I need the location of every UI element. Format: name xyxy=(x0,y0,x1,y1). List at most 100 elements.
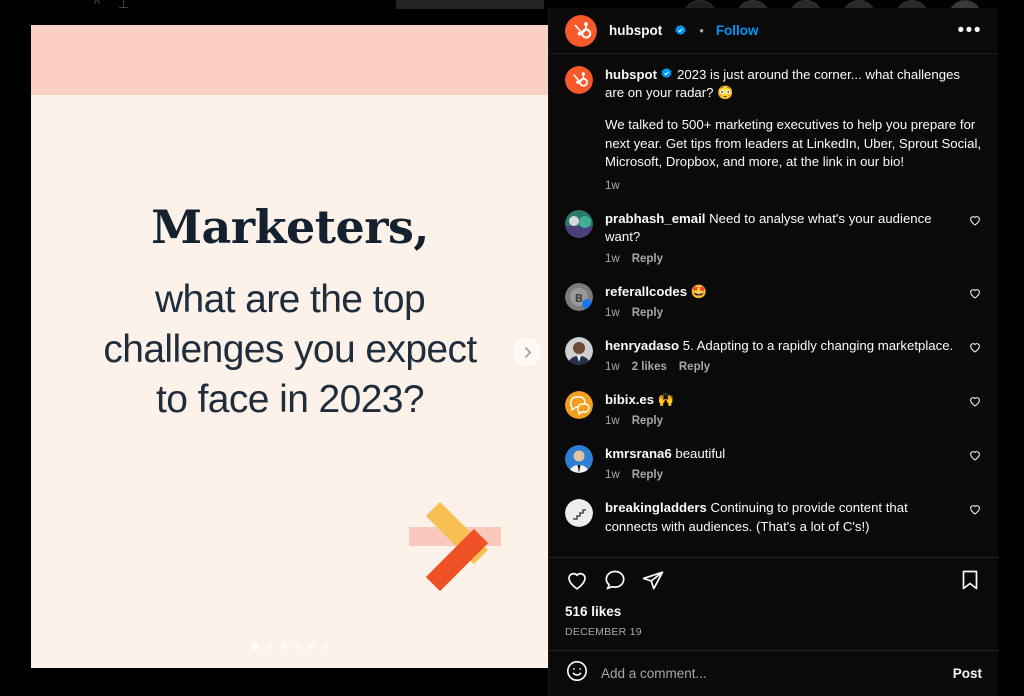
post-date: DECEMBER 19 xyxy=(565,626,642,638)
scroll-fade xyxy=(549,541,998,557)
like-button[interactable] xyxy=(565,568,589,592)
avatar[interactable]: B xyxy=(565,282,593,311)
action-row xyxy=(565,568,982,592)
comment-username[interactable]: kmrsrana6 xyxy=(605,446,672,461)
share-paperplane-icon xyxy=(642,571,664,590)
comment-text: henryadaso 5. Adapting to a rapidly chan… xyxy=(605,337,956,355)
header-username[interactable]: hubspot xyxy=(609,23,662,38)
comment-text: bibix.es 🙌 xyxy=(605,391,956,409)
post-caption: hubspot 2023 is just around the corner...… xyxy=(565,66,982,192)
carousel-dot[interactable] xyxy=(307,643,315,650)
comment-message: 🤩 xyxy=(687,283,708,299)
comment-meta: 1w Reply xyxy=(605,307,956,319)
save-button[interactable] xyxy=(958,568,982,592)
comment-like-button[interactable] xyxy=(968,445,982,481)
avatar[interactable] xyxy=(565,336,593,365)
toolbar-glyph: ^ xyxy=(94,0,101,11)
comment-message: beautiful xyxy=(671,446,726,462)
comment-message: 5. Adapting to a rapidly changing market… xyxy=(679,337,954,353)
user-avatar-icon xyxy=(565,445,593,474)
comment-message: 🙌 xyxy=(654,391,675,407)
comment-reply-button[interactable]: Reply xyxy=(632,253,663,265)
comment-timestamp: 1w xyxy=(605,415,620,428)
comment-meta: 1w 2 likes Reply xyxy=(605,361,956,373)
comment-like-button[interactable] xyxy=(968,391,982,427)
comment-reply-button[interactable]: Reply xyxy=(632,415,663,427)
comment-body: breakingladders Continuing to provide co… xyxy=(605,499,956,535)
heart-outline-icon xyxy=(970,288,980,299)
comment-like-button[interactable] xyxy=(968,283,982,319)
verified-badge-icon xyxy=(675,24,686,36)
comment-reply-button[interactable]: Reply xyxy=(679,361,710,373)
media-top-band xyxy=(31,25,549,95)
comment-username[interactable]: referallcodes xyxy=(605,284,687,299)
post-actions: 516 likes DECEMBER 19 xyxy=(549,557,998,650)
comment-meta: 1w Reply xyxy=(605,469,956,481)
comment-likes-count[interactable]: 2 likes xyxy=(632,361,667,373)
comment-button[interactable] xyxy=(603,568,627,592)
user-avatar-icon xyxy=(565,210,593,239)
share-button[interactable] xyxy=(641,568,665,592)
comment-input[interactable] xyxy=(601,666,941,681)
avatar[interactable] xyxy=(565,390,593,419)
carousel-dot[interactable] xyxy=(265,643,273,650)
caption-timestamp: 1w xyxy=(605,180,620,193)
comment-reply-button[interactable]: Reply xyxy=(632,469,663,481)
comment-item: B referallcodes 🤩 1w Reply xyxy=(565,282,982,319)
comments-scroll-area[interactable]: hubspot 2023 is just around the corner...… xyxy=(549,54,998,557)
likes-count[interactable]: 516 likes xyxy=(565,604,982,619)
comment-item: henryadaso 5. Adapting to a rapidly chan… xyxy=(565,336,982,373)
carousel-dot[interactable] xyxy=(293,643,301,650)
comment-meta: 1w Reply xyxy=(605,415,956,427)
heart-outline-icon xyxy=(970,397,980,407)
emoji-smiley-icon xyxy=(567,661,587,681)
comment-like-button[interactable] xyxy=(968,337,982,373)
comment-body: kmrsrana6 beautiful 1w Reply xyxy=(605,445,956,481)
caption-username[interactable]: hubspot xyxy=(605,67,657,82)
media-line-1: what are the top xyxy=(154,278,426,322)
comment-username[interactable]: henryadaso xyxy=(605,338,679,353)
bookmark-outline-icon xyxy=(962,570,978,590)
chevron-right-icon xyxy=(524,346,531,358)
avatar[interactable] xyxy=(565,445,593,474)
comment-body: bibix.es 🙌 1w Reply xyxy=(605,391,956,427)
caption-text-1: 2023 is just around the corner... what c… xyxy=(605,67,960,101)
comment-body: henryadaso 5. Adapting to a rapidly chan… xyxy=(605,337,956,373)
hubspot-logo-icon xyxy=(565,14,597,47)
avatar[interactable] xyxy=(565,14,597,47)
avatar[interactable] xyxy=(565,499,593,528)
hubspot-logo-icon xyxy=(565,66,593,94)
comment-like-button[interactable] xyxy=(968,210,982,264)
comment-text: kmrsrana6 beautiful xyxy=(605,445,956,463)
add-comment-bar: Post xyxy=(549,650,998,696)
post-comment-button[interactable]: Post xyxy=(953,666,982,681)
avatar[interactable] xyxy=(565,210,593,239)
comment-like-button[interactable] xyxy=(968,499,982,535)
comment-username[interactable]: prabhash_email xyxy=(605,211,705,226)
media-headline: Marketers, xyxy=(151,200,429,254)
comment-reply-button[interactable]: Reply xyxy=(632,307,663,319)
post-media-carousel[interactable]: Marketers, what are the top challenges y… xyxy=(31,25,549,668)
user-avatar-icon xyxy=(565,336,593,365)
user-avatar-icon xyxy=(565,499,593,528)
comment-item: bibix.es 🙌 1w Reply xyxy=(565,390,982,427)
carousel-dot[interactable] xyxy=(279,643,287,650)
carousel-dot[interactable] xyxy=(321,643,329,650)
comment-username[interactable]: bibix.es xyxy=(605,392,654,407)
svg-text:B: B xyxy=(575,292,583,305)
more-options-icon[interactable]: ••• xyxy=(958,21,982,40)
user-avatar-icon: B xyxy=(565,282,593,311)
comment-username[interactable]: breakingladders xyxy=(605,500,707,515)
avatar[interactable] xyxy=(565,66,593,94)
carousel-next-button[interactable] xyxy=(512,337,542,367)
header-separator: • xyxy=(699,23,704,38)
follow-button[interactable]: Follow xyxy=(716,23,759,38)
media-line-3: to face in 2023? xyxy=(156,378,425,422)
carousel-dot-active[interactable] xyxy=(251,643,259,650)
heart-outline-icon xyxy=(970,216,980,226)
comment-item: kmrsrana6 beautiful 1w Reply xyxy=(565,445,982,481)
comment-meta: 1w Reply xyxy=(605,253,956,265)
heart-outline-icon xyxy=(970,342,980,353)
comment-item: prabhash_email Need to analyse what's yo… xyxy=(565,210,982,265)
emoji-picker-button[interactable] xyxy=(565,659,589,688)
